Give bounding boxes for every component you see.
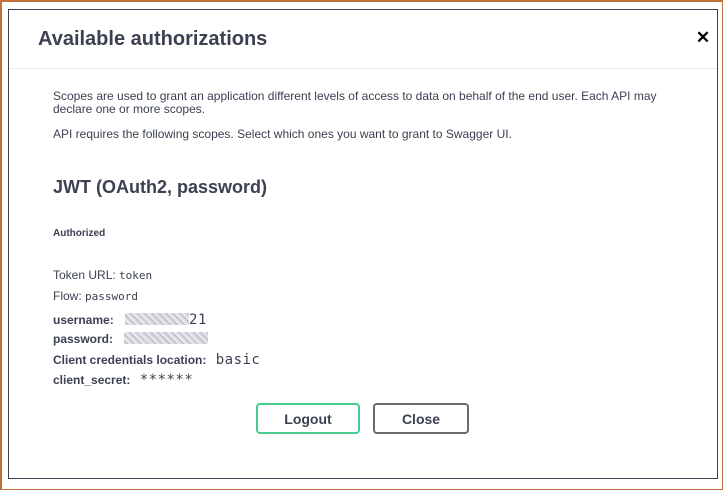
client-credentials-label: Client credentials location:	[53, 353, 207, 367]
authorized-status: Authorized	[53, 228, 106, 239]
client-credentials-row: Client credentials location: basic	[53, 352, 260, 368]
close-icon[interactable]: ✕	[693, 28, 713, 48]
password-row: password:	[53, 332, 209, 346]
flow-label: Flow:	[53, 289, 82, 303]
close-button[interactable]: Close	[373, 403, 469, 434]
modal-header: Available authorizations ✕	[9, 10, 717, 69]
flow-value: password	[85, 290, 138, 303]
logout-button[interactable]: Logout	[256, 403, 360, 434]
scopes-description: Scopes are used to grant an application …	[53, 89, 657, 116]
password-label: password:	[53, 332, 114, 346]
client-credentials-value: basic	[215, 352, 261, 368]
client-secret-label: client_secret:	[53, 373, 131, 387]
password-redacted	[124, 332, 209, 344]
username-label: username:	[53, 313, 114, 327]
client-secret-row: client_secret: ******	[53, 372, 193, 388]
token-url-row: Token URL: token	[53, 268, 152, 282]
auth-modal: Available authorizations ✕	[8, 9, 718, 479]
scopes-requirement: API requires the following scopes. Selec…	[53, 127, 512, 141]
username-suffix: 21	[189, 312, 207, 328]
client-secret-value: ******	[139, 372, 194, 388]
username-redacted	[125, 313, 190, 325]
token-url-value: token	[119, 269, 153, 282]
modal-title: Available authorizations	[38, 28, 268, 50]
username-row: username: 21	[53, 312, 207, 328]
token-url-label: Token URL:	[53, 268, 116, 282]
flow-row: Flow: password	[53, 289, 138, 303]
auth-scheme-title: JWT (OAuth2, password)	[53, 177, 268, 197]
